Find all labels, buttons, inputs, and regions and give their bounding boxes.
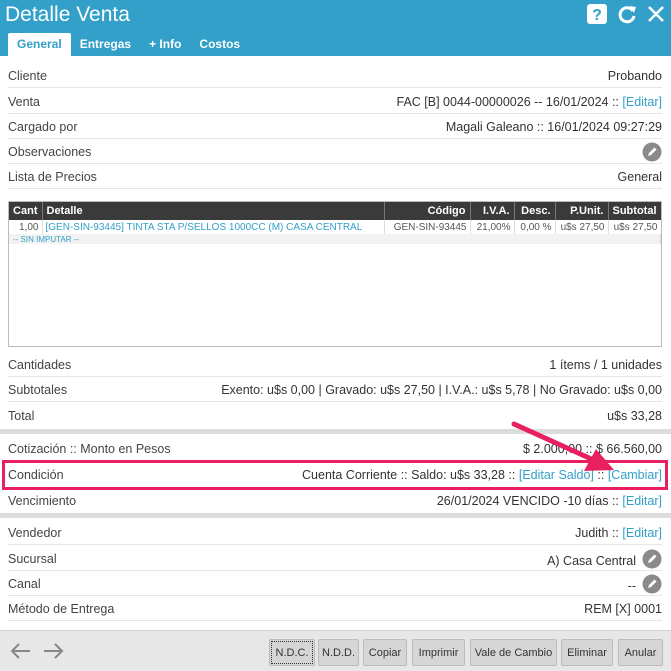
pencil-icon[interactable] <box>642 549 662 569</box>
row-total: Total u$s 33,28 <box>8 403 662 428</box>
lista-value: General <box>617 170 662 184</box>
row-sucursal: Sucursal A) Casa Central <box>8 546 662 571</box>
col-detalle[interactable]: Detalle <box>42 202 385 220</box>
vendedor-value: Judith :: <box>575 526 619 540</box>
col-codigo[interactable]: Código <box>384 202 471 220</box>
row-canal: Canal -- <box>8 571 662 596</box>
vencimiento-value: 26/01/2024 VENCIDO -10 días :: <box>436 494 619 508</box>
col-cant[interactable]: Cant <box>9 202 43 220</box>
anular-button[interactable]: Anular <box>618 639 663 666</box>
cell-subtotal: u$s 27,50 <box>613 221 658 233</box>
help-icon[interactable]: ? <box>587 4 607 24</box>
observaciones-value <box>642 142 662 162</box>
row-cantidades: Cantidades 1 ítems / 1 unidades <box>8 352 662 377</box>
cargado-value: Magali Galeano :: 16/01/2024 09:27:29 <box>445 120 662 134</box>
row-subtotales: Subtotales Exento: u$s 0,00 | Gravado: u… <box>8 377 662 402</box>
arrow-right-icon[interactable] <box>42 642 64 660</box>
refresh-icon[interactable] <box>617 4 637 24</box>
vendedor-value-wrap: Judith :: [Editar] <box>575 526 662 540</box>
pencil-icon[interactable] <box>642 574 662 594</box>
sucursal-value-wrap: A) Casa Central <box>547 549 662 569</box>
subtotales-value: Exento: u$s 0,00 | Gravado: u$s 27,50 | … <box>221 383 662 397</box>
cliente-label: Cliente <box>8 69 47 83</box>
col-punit[interactable]: P.Unit. <box>555 202 609 220</box>
sin-imputar-label: -- SIN IMPUTAR -- <box>9 234 661 244</box>
venta-value-wrap: FAC [B] 0044-00000026 -- 16/01/2024 :: [… <box>397 95 662 109</box>
lista-label: Lista de Precios <box>8 170 97 184</box>
vale-cambio-button[interactable]: Vale de Cambio <box>470 639 557 666</box>
vencimiento-label: Vencimiento <box>8 494 77 508</box>
cell-punit: u$s 27,50 <box>555 220 609 234</box>
total-label: Total <box>8 409 35 423</box>
tab-bar: General Entregas + Info Costos <box>8 33 249 56</box>
condicion-highlight-box <box>2 460 668 490</box>
cotizacion-value: $ 2.000,00 :: $ 66.560,00 <box>522 442 662 456</box>
vencimiento-value-wrap: 26/01/2024 VENCIDO -10 días :: [Editar] <box>437 494 662 508</box>
row-metodo-entrega: Método de Entrega REM [X] 0001 <box>8 596 662 621</box>
canal-value-wrap: -- <box>628 574 662 594</box>
cell-codigo: GEN-SIN-93445 <box>384 220 471 234</box>
row-vencimiento: Vencimiento 26/01/2024 VENCIDO -10 días … <box>8 488 662 513</box>
total-value: u$s 33,28 <box>607 409 662 423</box>
col-desc[interactable]: Desc. <box>514 202 556 220</box>
sucursal-label: Sucursal <box>8 552 57 566</box>
copiar-button[interactable]: Copiar <box>363 639 407 666</box>
metodo-label: Método de Entrega <box>8 602 115 616</box>
row-observaciones: Observaciones <box>8 139 662 164</box>
arrow-left-icon[interactable] <box>10 642 32 660</box>
row-venta: Venta FAC [B] 0044-00000026 -- 16/01/202… <box>8 89 662 114</box>
cell-iva: 21,00% <box>470 220 515 234</box>
tab-info[interactable]: + Info <box>140 33 190 56</box>
row-cotizacion: Cotización :: Monto en Pesos $ 2.000,00 … <box>8 436 662 461</box>
window-title: Detalle Venta <box>5 3 130 26</box>
window-header: Detalle Venta ? General Entregas + Info … <box>0 0 671 56</box>
eliminar-button[interactable]: Eliminar <box>561 639 613 666</box>
venta-label: Venta <box>8 95 40 109</box>
venta-value: FAC [B] 0044-00000026 -- 16/01/2024 :: <box>396 95 619 109</box>
metodo-value: REM [X] 0001 <box>584 602 662 616</box>
venta-edit-link[interactable]: [Editar] <box>622 95 662 109</box>
ndd-button[interactable]: N.D.D. <box>318 639 359 666</box>
col-subtotal[interactable]: Subtotal <box>608 202 661 220</box>
vendedor-edit-link[interactable]: [Editar] <box>622 526 662 540</box>
cliente-link[interactable]: Probando <box>608 69 662 83</box>
sin-imputar-row: -- SIN IMPUTAR -- <box>9 234 661 244</box>
cantidades-value: 1 ítems / 1 unidades <box>549 358 662 372</box>
row-cliente: Cliente Probando <box>8 63 662 88</box>
canal-label: Canal <box>8 577 41 591</box>
close-icon[interactable] <box>646 4 666 24</box>
row-cargado: Cargado por Magali Galeano :: 16/01/2024… <box>8 114 662 139</box>
observaciones-label: Observaciones <box>8 145 92 159</box>
tab-costos[interactable]: Costos <box>190 33 249 56</box>
tab-entregas[interactable]: Entregas <box>71 33 140 56</box>
canal-value: -- <box>627 578 636 593</box>
row-lista-precios: Lista de Precios General <box>8 164 662 189</box>
subtotales-label: Subtotales <box>8 383 68 397</box>
table-row[interactable]: 1,00 [GEN-SIN-93445] TINTA STA P/SELLOS … <box>9 220 661 234</box>
cantidades-label: Cantidades <box>8 358 72 372</box>
sucursal-value: A) Casa Central <box>547 553 636 568</box>
cell-detalle[interactable]: [GEN-SIN-93445] TINTA STA P/SELLOS 1000C… <box>42 220 385 234</box>
imprimir-button[interactable]: Imprimir <box>412 639 465 666</box>
section-divider <box>0 429 671 434</box>
table-header-row: Cant Detalle Código I.V.A. Desc. P.Unit.… <box>9 202 661 220</box>
cell-desc: 0,00 % <box>514 220 556 234</box>
row-vendedor: Vendedor Judith :: [Editar] <box>8 520 662 545</box>
svg-text:?: ? <box>592 7 602 24</box>
section-divider <box>0 513 671 518</box>
footer-toolbar: N.D.C. N.D.D. Copiar Imprimir Vale de Ca… <box>0 630 671 671</box>
col-iva[interactable]: I.V.A. <box>470 202 515 220</box>
cotizacion-label: Cotización :: Monto en Pesos <box>8 442 171 456</box>
cargado-label: Cargado por <box>8 120 78 134</box>
pencil-icon[interactable] <box>642 142 662 162</box>
vencimiento-edit-link[interactable]: [Editar] <box>622 494 662 508</box>
items-table: Cant Detalle Código I.V.A. Desc. P.Unit.… <box>8 201 662 347</box>
ndc-button[interactable]: N.D.C. <box>269 639 315 666</box>
tab-general[interactable]: General <box>8 33 71 56</box>
cell-cant: 1,00 <box>9 220 43 234</box>
vendedor-label: Vendedor <box>8 526 62 540</box>
